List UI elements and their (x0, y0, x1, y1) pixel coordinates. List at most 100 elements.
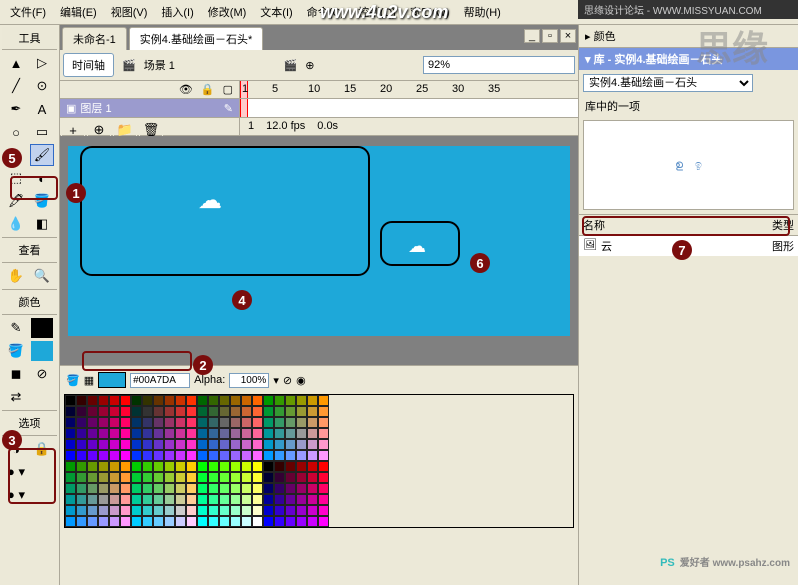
palette-cell[interactable] (109, 439, 120, 450)
palette-cell[interactable] (252, 483, 263, 494)
palette-cell[interactable] (76, 483, 87, 494)
palette-cell[interactable] (98, 505, 109, 516)
palette-cell[interactable] (230, 428, 241, 439)
palette-cell[interactable] (109, 417, 120, 428)
palette-cell[interactable] (241, 395, 252, 406)
palette-cell[interactable] (197, 505, 208, 516)
palette-cell[interactable] (65, 505, 76, 516)
palette-cell[interactable] (76, 494, 87, 505)
palette-cell[interactable] (252, 428, 263, 439)
palette-cell[interactable] (109, 472, 120, 483)
palette-cell[interactable] (296, 450, 307, 461)
palette-cell[interactable] (120, 483, 131, 494)
alpha-dropdown[interactable]: ▾ (273, 374, 279, 387)
color-wheel-icon[interactable]: ◉ (296, 374, 306, 387)
library-select[interactable]: 实例4.基础绘画－石头 (583, 74, 753, 92)
palette-cell[interactable] (274, 450, 285, 461)
palette-cell[interactable] (186, 406, 197, 417)
palette-cell[interactable] (65, 472, 76, 483)
palette-cell[interactable] (252, 494, 263, 505)
palette-cell[interactable] (285, 439, 296, 450)
palette-cell[interactable] (76, 505, 87, 516)
stage[interactable]: ☁ ☁ (60, 136, 578, 365)
palette-cell[interactable] (131, 395, 142, 406)
palette-cell[interactable] (274, 406, 285, 417)
palette-cell[interactable] (241, 428, 252, 439)
palette-cell[interactable] (296, 472, 307, 483)
palette-cell[interactable] (87, 395, 98, 406)
palette-cell[interactable] (87, 461, 98, 472)
palette-cell[interactable] (87, 428, 98, 439)
palette-cell[interactable] (230, 494, 241, 505)
palette-cell[interactable] (285, 494, 296, 505)
palette-cell[interactable] (263, 417, 274, 428)
palette-cell[interactable] (175, 395, 186, 406)
palette-cell[interactable] (131, 406, 142, 417)
alpha-input[interactable] (229, 373, 269, 388)
palette-cell[interactable] (76, 472, 87, 483)
menu-modify[interactable]: 修改(M) (202, 2, 253, 22)
palette-cell[interactable] (208, 439, 219, 450)
swap-colors[interactable]: ⇄ (4, 386, 28, 408)
palette-cell[interactable] (296, 439, 307, 450)
palette-cell[interactable] (307, 406, 318, 417)
palette-cell[interactable] (131, 461, 142, 472)
palette-cell[interactable] (76, 439, 87, 450)
palette-cell[interactable] (252, 472, 263, 483)
palette-cell[interactable] (208, 516, 219, 527)
palette-cell[interactable] (131, 494, 142, 505)
palette-cell[interactable] (153, 395, 164, 406)
edit-scene-icon[interactable]: 🎬 (283, 59, 297, 72)
palette-cell[interactable] (142, 406, 153, 417)
palette-cell[interactable] (197, 516, 208, 527)
palette-cell[interactable] (65, 494, 76, 505)
palette-cell[interactable] (175, 472, 186, 483)
palette-cell[interactable] (109, 428, 120, 439)
minimize-button[interactable]: _ (524, 29, 540, 43)
palette-cell[interactable] (142, 483, 153, 494)
pen-tool[interactable]: ✒ (4, 98, 28, 120)
palette-cell[interactable] (285, 472, 296, 483)
palette-cell[interactable] (219, 494, 230, 505)
palette-cell[interactable] (307, 395, 318, 406)
palette-cell[interactable] (186, 516, 197, 527)
palette-cell[interactable] (186, 439, 197, 450)
palette-cell[interactable] (109, 395, 120, 406)
eyedropper-tool[interactable]: 💧 (4, 213, 28, 235)
palette-cell[interactable] (296, 483, 307, 494)
palette-cell[interactable] (219, 439, 230, 450)
palette-cell[interactable] (307, 505, 318, 516)
palette-cell[interactable] (65, 428, 76, 439)
palette-cell[interactable] (164, 505, 175, 516)
palette-cell[interactable] (241, 483, 252, 494)
palette-cell[interactable] (120, 395, 131, 406)
palette-cell[interactable] (263, 505, 274, 516)
palette-cell[interactable] (219, 417, 230, 428)
palette-cell[interactable] (197, 406, 208, 417)
palette-cell[interactable] (263, 395, 274, 406)
palette-cell[interactable] (197, 483, 208, 494)
stroke-color[interactable]: ✎ (4, 317, 28, 339)
palette-cell[interactable] (131, 439, 142, 450)
palette-cell[interactable] (76, 450, 87, 461)
palette-cell[interactable] (76, 395, 87, 406)
palette-cell[interactable] (208, 417, 219, 428)
palette-cell[interactable] (98, 516, 109, 527)
palette-cell[interactable] (87, 483, 98, 494)
palette-cell[interactable] (142, 428, 153, 439)
palette-cell[interactable] (296, 516, 307, 527)
menu-view[interactable]: 视图(V) (105, 2, 154, 22)
palette-cell[interactable] (153, 494, 164, 505)
palette-cell[interactable] (274, 461, 285, 472)
palette-cell[interactable] (274, 494, 285, 505)
palette-cell[interactable] (186, 417, 197, 428)
palette-cell[interactable] (241, 516, 252, 527)
palette-cell[interactable] (230, 439, 241, 450)
palette-cell[interactable] (186, 450, 197, 461)
menu-edit[interactable]: 编辑(E) (54, 2, 103, 22)
palette-cell[interactable] (208, 494, 219, 505)
palette-cell[interactable] (65, 483, 76, 494)
palette-cell[interactable] (252, 395, 263, 406)
tab-2[interactable]: 实例4.基础绘画－石头* (129, 27, 263, 50)
palette-cell[interactable] (175, 439, 186, 450)
